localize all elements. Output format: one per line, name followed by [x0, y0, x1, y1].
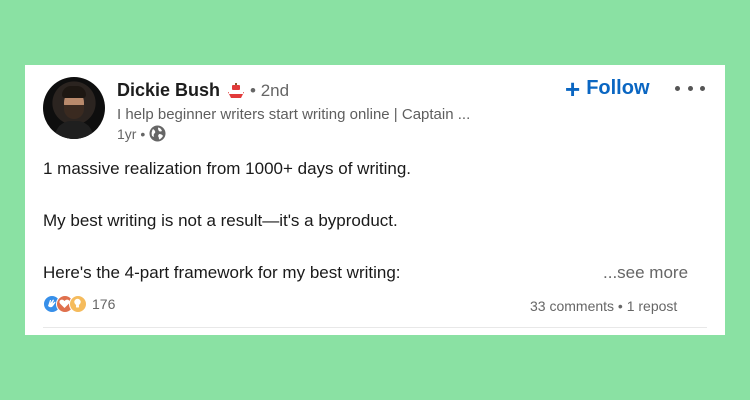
author-headline: I help beginner writers start writing on… — [117, 106, 471, 123]
reactions-summary[interactable]: 176 — [43, 295, 115, 313]
lightbulb-icon — [69, 295, 87, 313]
follow-label: Follow — [586, 77, 650, 99]
follow-button[interactable]: + Follow — [565, 73, 650, 104]
author-name-row: Dickie Bush • 2nd — [117, 80, 289, 101]
post-text-line: My best writing is not a result—it's a b… — [43, 211, 398, 230]
divider — [43, 327, 707, 328]
post-text-line: 1 massive realization from 1000+ days of… — [43, 159, 412, 178]
author-name[interactable]: Dickie Bush — [117, 80, 220, 101]
plus-icon: + — [565, 73, 581, 104]
ship-emoji-icon — [226, 82, 246, 100]
post-meta: 1yr • — [117, 125, 166, 142]
post-text-line: Here's the 4-part framework for my best … — [43, 263, 401, 282]
more-options-button[interactable] — [675, 77, 705, 99]
reaction-count: 176 — [92, 296, 116, 312]
connection-degree: • 2nd — [250, 80, 290, 100]
avatar[interactable] — [43, 77, 105, 139]
post-time: 1yr • — [117, 125, 146, 142]
more-dots-icon — [675, 85, 680, 91]
see-more-link[interactable]: ...see more — [603, 263, 688, 283]
globe-icon — [149, 125, 166, 142]
post-card: Dickie Bush • 2nd I help beginner writer… — [25, 65, 725, 335]
post-stats[interactable]: 33 comments • 1 repost — [530, 298, 677, 314]
